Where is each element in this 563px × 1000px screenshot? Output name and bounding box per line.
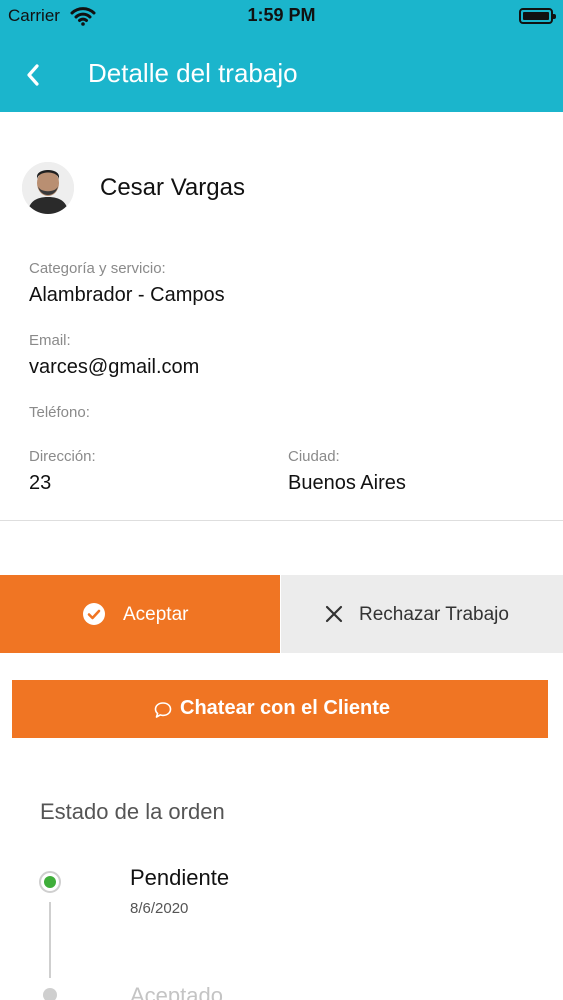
app-header: Carrier 1:59 PM Detalle del trabajo — [0, 0, 563, 112]
status-step-label: Aceptado — [130, 983, 223, 1000]
address-value: 23 — [29, 472, 52, 494]
chat-with-client-button[interactable]: Chatear con el Cliente — [12, 680, 548, 738]
email-label: Email: — [29, 332, 71, 349]
reject-label: Rechazar Trabajo — [359, 604, 509, 625]
order-status-title: Estado de la orden — [40, 799, 225, 824]
reject-job-button[interactable]: Rechazar Trabajo — [281, 575, 563, 653]
close-icon — [325, 605, 343, 623]
accept-label: Aceptar — [123, 604, 189, 625]
status-step-label: Pendiente — [130, 865, 230, 890]
city-label: Ciudad: — [288, 448, 340, 465]
accept-button[interactable]: Aceptar — [0, 575, 280, 653]
address-label: Dirección: — [29, 448, 96, 465]
email-value: varces@gmail.com — [29, 356, 200, 378]
category-value: Alambrador - Campos — [29, 284, 225, 306]
status-step-date: 8/6/2020 — [130, 900, 189, 917]
chat-bubble-icon — [154, 702, 172, 718]
city-value: Buenos Aires — [288, 472, 406, 494]
section-divider — [0, 520, 563, 521]
phone-label: Teléfono: — [29, 404, 90, 421]
page-title: Detalle del trabajo — [88, 58, 298, 88]
timeline-dot-active — [39, 871, 61, 893]
timeline-dot-inactive — [43, 988, 57, 1000]
user-name: Cesar Vargas — [100, 174, 245, 201]
avatar — [22, 162, 74, 214]
chat-label: Chatear con el Cliente — [180, 697, 391, 719]
status-time: 1:59 PM — [247, 5, 316, 25]
check-circle-icon — [83, 603, 105, 625]
back-chevron-icon[interactable] — [22, 60, 44, 90]
battery-icon — [519, 8, 556, 24]
status-bar: Carrier 1:59 PM — [0, 0, 563, 34]
user-avatar-icon — [22, 162, 74, 214]
category-label: Categoría y servicio: — [29, 260, 166, 277]
timeline-connector — [49, 902, 51, 978]
